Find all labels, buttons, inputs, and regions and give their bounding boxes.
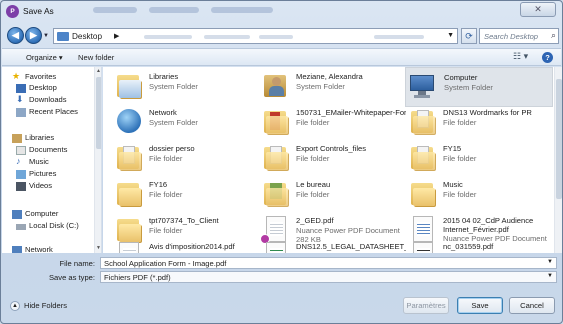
folder-icon	[113, 178, 143, 208]
close-button[interactable]: ✕	[520, 2, 556, 17]
file-item-pdf[interactable]: Avis d'imposition2014.pdf Nuance Power P…	[111, 237, 259, 253]
save-as-type-label: Save as type:	[48, 273, 95, 282]
pdf-app-icon: P	[6, 5, 19, 18]
file-item-user-folder[interactable]: Meziane, Alexandra System Folder	[258, 67, 406, 107]
star-icon: ★	[12, 71, 21, 81]
help-icon[interactable]: ?	[542, 52, 553, 63]
breadcrumb-desktop[interactable]: Desktop	[72, 32, 102, 41]
command-toolbar: Organize ▾ New folder ☷ ▾ ?	[2, 48, 561, 66]
search-placeholder: Search Desktop	[484, 32, 539, 41]
desktop-folder-icon	[57, 32, 69, 41]
blurred-title-content	[149, 7, 199, 13]
file-name-field[interactable]: School Application Form - Image.pdf ▼	[100, 257, 557, 269]
disk-icon	[16, 224, 26, 230]
folder-icon	[407, 106, 437, 136]
dialog-title: Save As	[23, 6, 54, 16]
navigation-scrollbar[interactable]: ▲ ▼	[94, 67, 101, 253]
folder-icon	[260, 142, 290, 172]
videos-icon	[16, 182, 26, 191]
scrollbar-thumb[interactable]	[96, 77, 101, 149]
file-item-pdf[interactable]: nc_031559.pdf Nuance Power PDF Document	[405, 237, 553, 253]
documents-icon	[16, 146, 26, 155]
search-icon[interactable]: ⌕	[551, 30, 556, 41]
file-name-label: File name:	[59, 259, 95, 268]
chevron-up-icon: ▲	[10, 301, 20, 311]
chevron-down-icon[interactable]: ▼	[547, 259, 553, 265]
network-globe-icon	[113, 106, 143, 136]
file-list: Libraries System Folder Meziane, Alexand…	[103, 67, 562, 253]
file-item-pdf[interactable]: DNS12.5_LEGAL_DATASHEET_FRE.pdf	[258, 237, 406, 253]
cancel-button[interactable]: Cancel	[509, 297, 555, 314]
title-bar: P Save As ✕	[1, 1, 562, 23]
navigation-bar: ◀ ▶ ▼ Desktop ▶ ▼ ⟳ Search Desktop ⌕	[1, 25, 562, 47]
file-item-folder[interactable]: 150731_EMailer-Whitepaper-Forms File fol…	[258, 103, 406, 143]
pdf-document-icon	[260, 240, 290, 253]
file-item-network[interactable]: Network System Folder	[111, 103, 259, 143]
recent-places-icon	[16, 108, 26, 117]
save-as-dialog: P Save As ✕ ◀ ▶ ▼ Desktop ▶ ▼ ⟳ Search D…	[0, 0, 563, 324]
blurred-address-content	[204, 35, 250, 39]
folder-icon	[407, 142, 437, 172]
network-icon	[12, 246, 22, 253]
file-item-folder[interactable]: Le bureau File folder	[258, 175, 406, 215]
file-item-folder[interactable]: FY15 File folder	[405, 139, 553, 179]
pdf-document-icon	[113, 240, 143, 253]
folder-icon	[260, 106, 290, 136]
file-item-computer[interactable]: Computer System Folder	[405, 67, 553, 107]
save-as-type-value: Fichiers PDF (*.pdf)	[104, 273, 171, 282]
downloads-icon: ⬇	[16, 94, 24, 104]
libraries-icon	[12, 134, 22, 143]
breadcrumb-arrow-icon[interactable]: ▶	[114, 32, 119, 40]
folder-icon	[407, 178, 437, 208]
blurred-title-content	[211, 7, 273, 13]
file-item-folder[interactable]: dossier perso File folder	[111, 139, 259, 179]
pdf-document-icon	[407, 240, 437, 253]
file-item-folder[interactable]: DNS13 Wordmarks for PR File folder	[405, 103, 553, 143]
blurred-address-content	[374, 35, 424, 39]
music-icon: ♪	[16, 156, 21, 166]
new-folder-button[interactable]: New folder	[78, 53, 114, 62]
computer-icon	[408, 71, 438, 101]
search-input[interactable]: Search Desktop ⌕	[479, 28, 559, 44]
file-list-scrollbar[interactable]	[554, 67, 562, 253]
recent-locations-dropdown-icon[interactable]: ▼	[43, 33, 49, 39]
scroll-down-icon[interactable]: ▼	[96, 245, 101, 251]
address-dropdown-icon[interactable]: ▼	[447, 32, 454, 39]
file-item-folder[interactable]: Music File folder	[405, 175, 553, 215]
save-button[interactable]: Save	[457, 297, 503, 314]
file-item-folder[interactable]: Export Controls_files File folder	[258, 139, 406, 179]
refresh-button[interactable]: ⟳	[461, 28, 477, 44]
blurred-address-content	[144, 35, 192, 39]
hide-folders-button[interactable]: ▲ Hide Folders	[10, 301, 67, 311]
file-item-folder[interactable]: FY16 File folder	[111, 175, 259, 215]
user-folder-icon	[260, 70, 290, 100]
chevron-down-icon[interactable]: ▼	[547, 273, 553, 279]
blurred-title-content	[93, 7, 137, 13]
file-item-libraries[interactable]: Libraries System Folder	[111, 67, 259, 107]
folder-icon	[113, 142, 143, 172]
navigation-pane: ★ Favorites Desktop ⬇ Downloads Recent P…	[2, 67, 102, 253]
back-button[interactable]: ◀	[7, 27, 24, 44]
change-view-icon[interactable]: ☷ ▾	[513, 51, 528, 62]
hide-folders-label: Hide Folders	[24, 301, 68, 310]
desktop-icon	[16, 84, 26, 93]
scroll-up-icon[interactable]: ▲	[96, 68, 101, 74]
pictures-icon	[16, 170, 26, 179]
forward-button[interactable]: ▶	[25, 27, 42, 44]
address-bar[interactable]: Desktop ▶ ▼	[53, 28, 458, 44]
file-name-value: School Application Form - Image.pdf	[104, 259, 227, 268]
save-as-type-select[interactable]: Fichiers PDF (*.pdf) ▼	[100, 271, 557, 283]
scrollbar-thumb[interactable]	[556, 79, 562, 199]
blurred-address-content	[259, 35, 293, 39]
parametres-button[interactable]: Paramètres	[403, 297, 449, 314]
organize-menu-button[interactable]: Organize ▾	[26, 53, 63, 62]
computer-icon	[12, 210, 22, 219]
folder-icon	[260, 178, 290, 208]
libraries-icon	[113, 70, 143, 100]
